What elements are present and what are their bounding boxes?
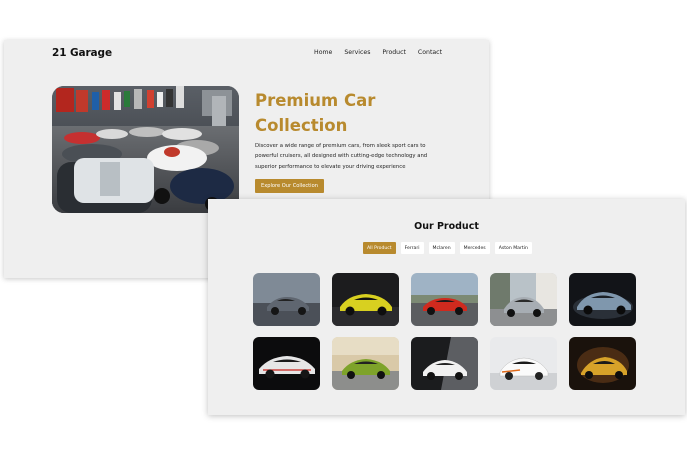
filter-aston-martin[interactable]: Aston Martin [494,242,532,254]
nav-services[interactable]: Services [344,49,370,56]
filter-mercedes[interactable]: Mercedes [459,242,490,254]
car-photo-grey-supercar[interactable] [253,273,320,326]
car-photo-red-ferrari[interactable] [411,273,478,326]
filter-ferrari[interactable]: Ferrari [400,242,424,254]
nav-home[interactable]: Home [314,49,332,56]
car-photo-white-orange-mclaren[interactable] [490,337,557,390]
products-heading: Our Product [414,221,479,232]
filter-mclaren[interactable]: Mclaren [428,242,455,254]
hero-description: Discover a wide range of premium cars, f… [255,143,428,170]
showroom-photo [52,86,239,213]
main-nav: Home Services Product Contact [314,49,442,56]
nav-product[interactable]: Product [382,49,406,56]
nav-contact[interactable]: Contact [418,49,442,56]
car-photo-gold-supercar[interactable] [569,337,636,390]
products-card: Our Product All Product Ferrari Mclaren … [208,199,685,415]
car-photo-silver-mercedes[interactable] [490,273,557,326]
car-photo-white-mclaren-p1[interactable] [253,337,320,390]
car-photo-yellow-mclaren[interactable] [332,273,399,326]
car-photo-white-mercedes[interactable] [411,337,478,390]
product-filter-bar: All Product Ferrari Mclaren Mercedes Ast… [363,242,532,254]
screenshot-stage: 21 Garage Home Services Product Contact [0,0,687,457]
brand-logo[interactable]: 21 Garage [52,47,112,59]
explore-collection-button[interactable]: Explore Our Collection [255,179,324,193]
hero-title: Premium Car Collection [255,91,376,135]
car-photo-blue-aston-martin[interactable] [569,273,636,326]
car-photo-green-mclaren[interactable] [332,337,399,390]
filter-all-product[interactable]: All Product [363,242,396,254]
product-grid [253,273,636,390]
